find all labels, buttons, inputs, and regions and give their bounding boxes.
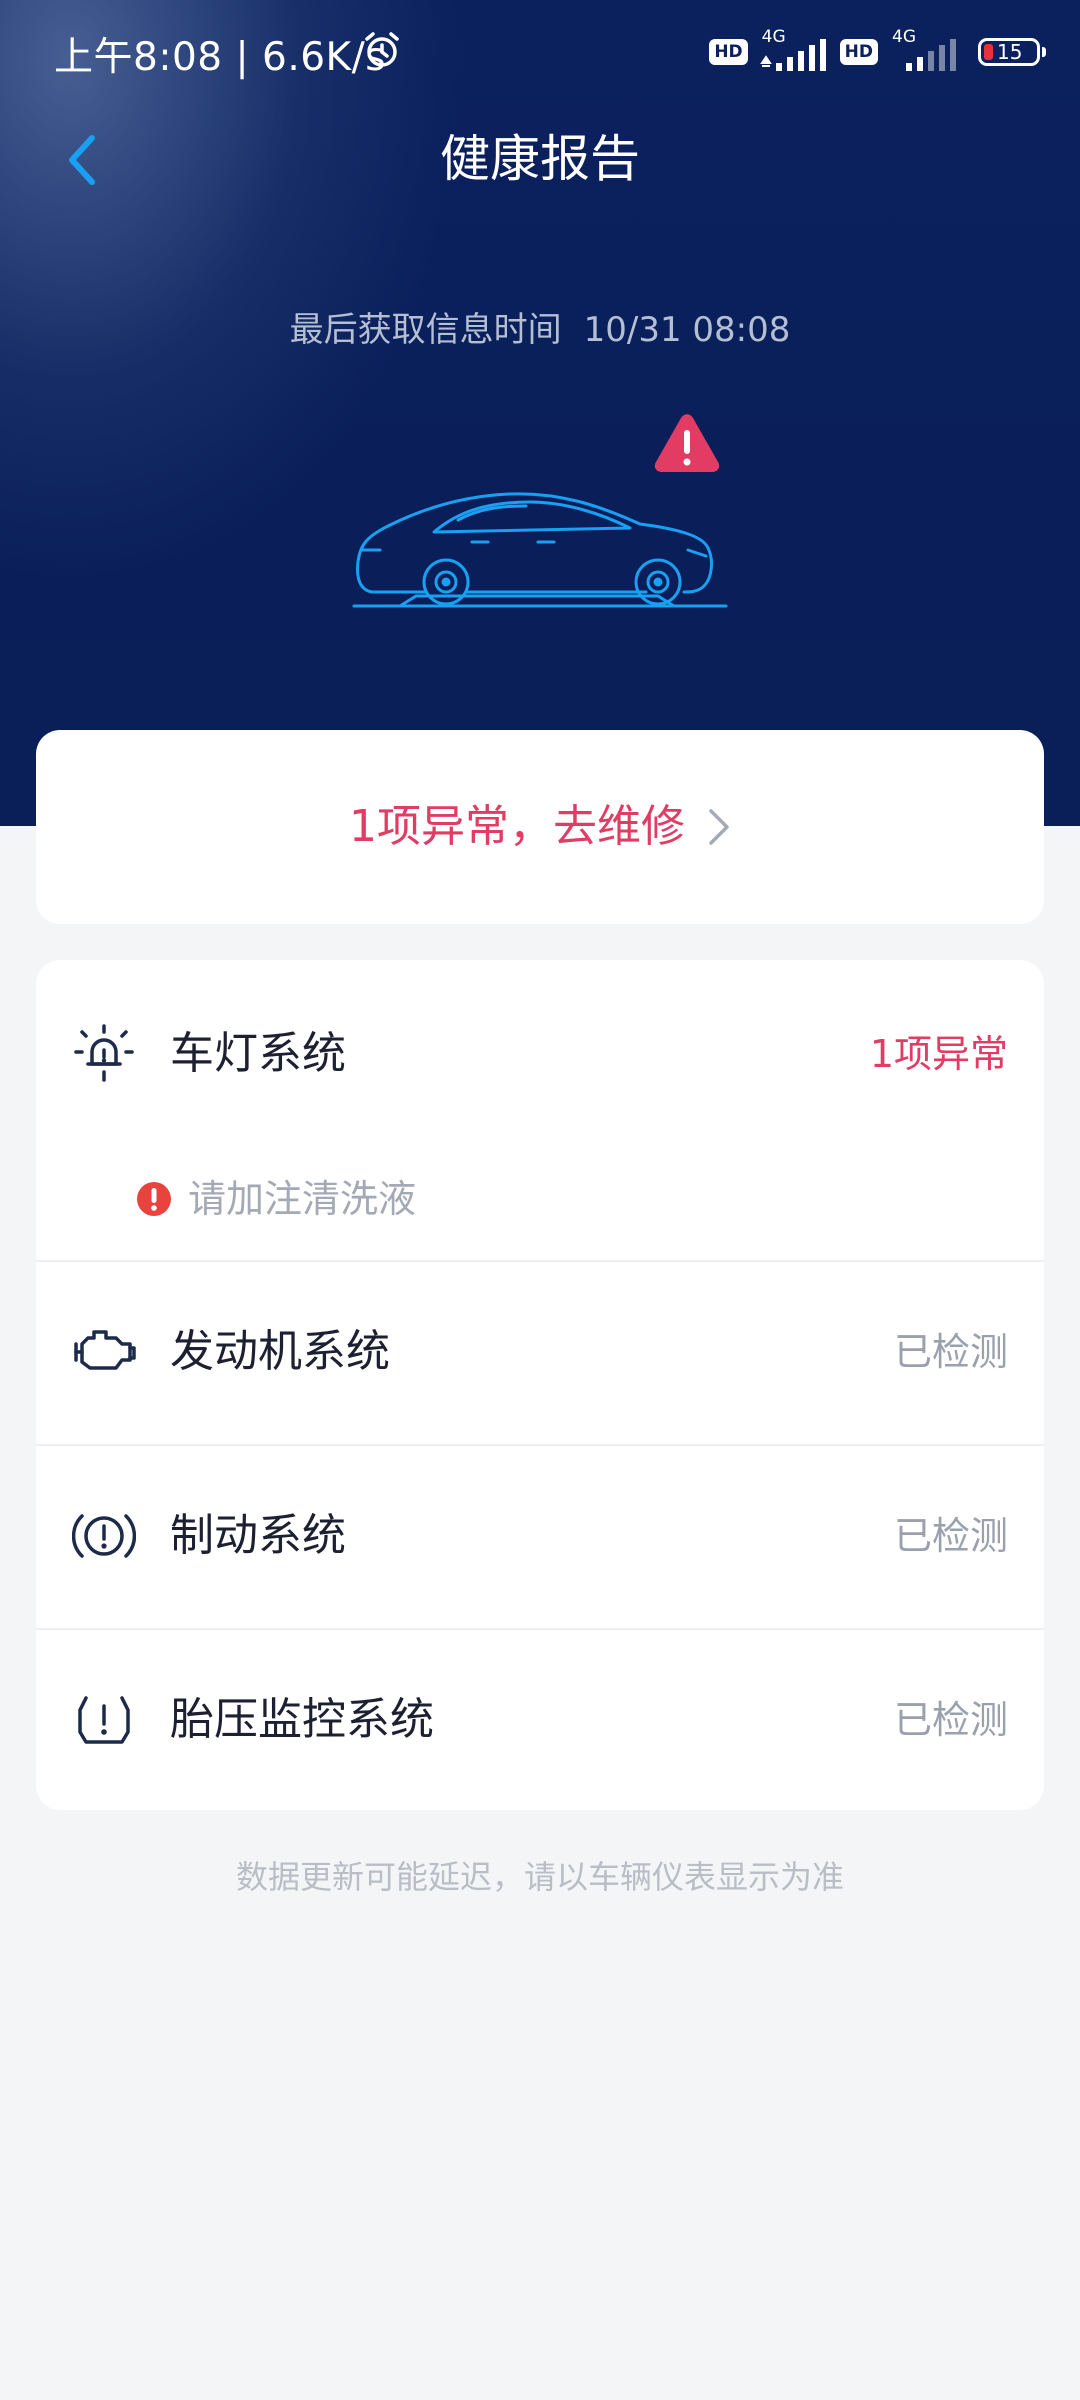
brake-icon [72, 1514, 136, 1558]
repair-card[interactable]: 1项异常，去维修 [36, 730, 1044, 924]
status-bar: 上午8:08 | 6.6K/s HD 4G HD 4G 15 [0, 0, 1080, 100]
last-fetch-info: 最后获取信息时间 10/31 08:08 [0, 306, 1080, 354]
status-time: 上午8:08 | 6.6K/s [54, 35, 387, 80]
engine-icon [74, 1330, 136, 1370]
system-status: 已检测 [893, 1514, 1008, 1558]
system-name: 制动系统 [170, 1510, 346, 1561]
car-illustration [352, 414, 728, 608]
tire-pressure-icon [78, 1696, 130, 1744]
repair-link-text: 1项异常，去维修 [349, 801, 685, 852]
warning-triangle-icon [654, 414, 720, 472]
battery-icon: 15 [978, 38, 1046, 66]
signal-bars-icon [906, 39, 956, 71]
last-fetch-time: 10/31 08:08 [583, 310, 791, 350]
system-list: 车灯系统 1项异常 请加注清洗液 发动机系统 已检测 制动系统 已检测 胎压监控… [36, 960, 1044, 1810]
signal-sim1: 4G [758, 27, 830, 73]
signal-bars-icon [759, 39, 826, 71]
signal-sim2: 4G [888, 27, 960, 73]
lamp-icon [74, 1024, 134, 1082]
issue-text: 请加注清洗液 [188, 1177, 417, 1221]
page-title: 健康报告 [440, 130, 640, 188]
alarm-clock-icon [365, 32, 399, 67]
system-name: 发动机系统 [170, 1326, 390, 1377]
chevron-right-icon [709, 809, 729, 845]
hd-badge-sim2: HD [839, 39, 878, 65]
system-row-tire-pressure[interactable]: 胎压监控系统 已检测 [36, 1630, 1044, 1810]
system-row-lights[interactable]: 车灯系统 1项异常 请加注清洗液 [36, 960, 1044, 1260]
last-fetch-label: 最后获取信息时间 [289, 310, 562, 350]
hd-badge-sim1: HD [709, 39, 748, 65]
system-status: 已检测 [893, 1330, 1008, 1374]
battery-fill [984, 44, 993, 60]
system-status: 1项异常 [869, 1032, 1008, 1076]
issue-item: 请加注清洗液 [136, 1172, 416, 1226]
status-indicators: HD 4G HD 4G 15 [709, 27, 1046, 74]
footer-note: 数据更新可能延迟，请以车辆仪表显示为准 [235, 1858, 844, 1896]
system-status: 已检测 [893, 1698, 1008, 1742]
system-row-engine[interactable]: 发动机系统 已检测 [36, 1262, 1044, 1444]
battery-level: 15 [997, 40, 1023, 64]
system-name: 胎压监控系统 [170, 1694, 434, 1745]
system-name: 车灯系统 [170, 1028, 346, 1079]
car-outline-icon [352, 492, 728, 608]
error-circle-icon [137, 1182, 171, 1216]
system-row-brake[interactable]: 制动系统 已检测 [36, 1446, 1044, 1628]
